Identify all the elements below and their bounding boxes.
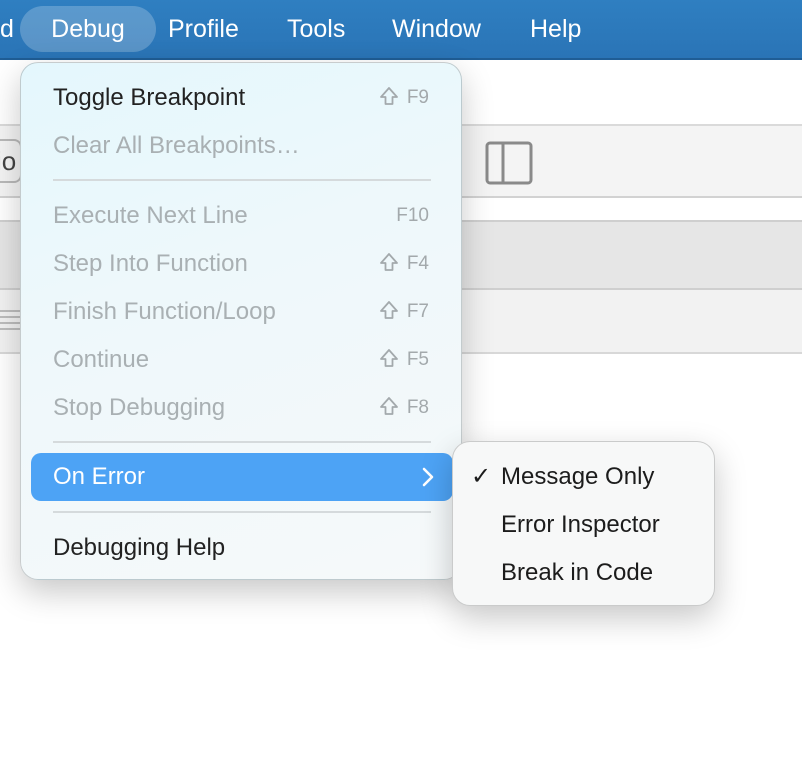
checkmark-icon: ✓ — [471, 463, 492, 490]
menu-item-stop-debugging[interactable]: Stop Debugging F8 — [31, 384, 453, 432]
shortcut-key: F10 — [396, 205, 429, 226]
menu-item-label: Execute Next Line — [53, 202, 248, 229]
shortcut-hint: F8 — [379, 384, 429, 432]
shortcut-hint: F4 — [379, 240, 429, 288]
sidebar-panel-icon[interactable] — [485, 141, 533, 185]
menu-separator — [53, 441, 431, 443]
menu-item-execute-next-line[interactable]: Execute Next Line F10 — [31, 192, 453, 240]
shift-key-icon — [379, 87, 398, 105]
shortcut-key: F8 — [406, 397, 429, 418]
menubar-item-tools[interactable]: Tools — [275, 6, 357, 52]
submenu-item-label: Error Inspector — [501, 511, 660, 538]
shortcut-key: F7 — [406, 301, 429, 322]
menu-item-label: Toggle Breakpoint — [53, 84, 246, 111]
debug-menu: Toggle Breakpoint F9 Clear All Breakpoin… — [20, 62, 462, 580]
shift-key-icon — [379, 349, 398, 367]
menu-item-finish-function-loop[interactable]: Finish Function/Loop F7 — [31, 288, 453, 336]
shift-key-icon — [379, 253, 398, 271]
shortcut-key: F5 — [406, 349, 429, 370]
menu-item-clear-all-breakpoints[interactable]: Clear All Breakpoints… — [31, 122, 453, 170]
shortcut-hint: F9 — [379, 74, 429, 122]
menu-item-label: Step Into Function — [53, 250, 248, 277]
shortcut-key: F9 — [406, 87, 429, 108]
menu-item-step-into-function[interactable]: Step Into Function F4 — [31, 240, 453, 288]
shift-key-icon — [379, 301, 398, 319]
menu-item-label: Continue — [53, 346, 150, 373]
background-field-text: io — [0, 146, 17, 176]
menu-separator — [53, 511, 431, 513]
menu-item-toggle-breakpoint[interactable]: Toggle Breakpoint F9 — [31, 74, 453, 122]
submenu-item-label: Message Only — [501, 463, 655, 490]
menubar-item-help[interactable]: Help — [518, 6, 593, 52]
shortcut-hint: F5 — [379, 336, 429, 384]
menu-item-label: Finish Function/Loop — [53, 298, 276, 325]
menu-item-continue[interactable]: Continue F5 — [31, 336, 453, 384]
shortcut-hint: F7 — [379, 288, 429, 336]
menu-item-debugging-help[interactable]: Debugging Help — [31, 524, 453, 572]
submenu-item-message-only[interactable]: ✓ Message Only — [461, 453, 706, 501]
menu-item-on-error[interactable]: On Error — [31, 453, 453, 501]
menu-item-label: Clear All Breakpoints… — [53, 132, 300, 159]
submenu-item-break-in-code[interactable]: Break in Code — [461, 549, 706, 597]
submenu-item-error-inspector[interactable]: Error Inspector — [461, 501, 706, 549]
list-lines-icon — [0, 310, 20, 330]
menu-item-label: Stop Debugging — [53, 394, 226, 421]
chevron-right-icon — [422, 467, 434, 487]
menu-item-label: Debugging Help — [53, 534, 226, 561]
menu-bar: d Debug Profile Tools Window Help — [0, 0, 802, 60]
shortcut-key: F4 — [406, 253, 429, 274]
submenu-item-label: Break in Code — [501, 559, 654, 586]
menubar-item-window[interactable]: Window — [380, 6, 493, 52]
shift-key-icon — [379, 397, 398, 415]
shortcut-hint: F10 — [396, 192, 429, 240]
on-error-submenu: ✓ Message Only Error Inspector Break in … — [452, 441, 715, 606]
menubar-item-debug[interactable]: Debug — [20, 6, 156, 52]
menubar-item-profile[interactable]: Profile — [156, 6, 251, 52]
menu-item-label: On Error — [53, 463, 146, 490]
menu-separator — [53, 179, 431, 181]
